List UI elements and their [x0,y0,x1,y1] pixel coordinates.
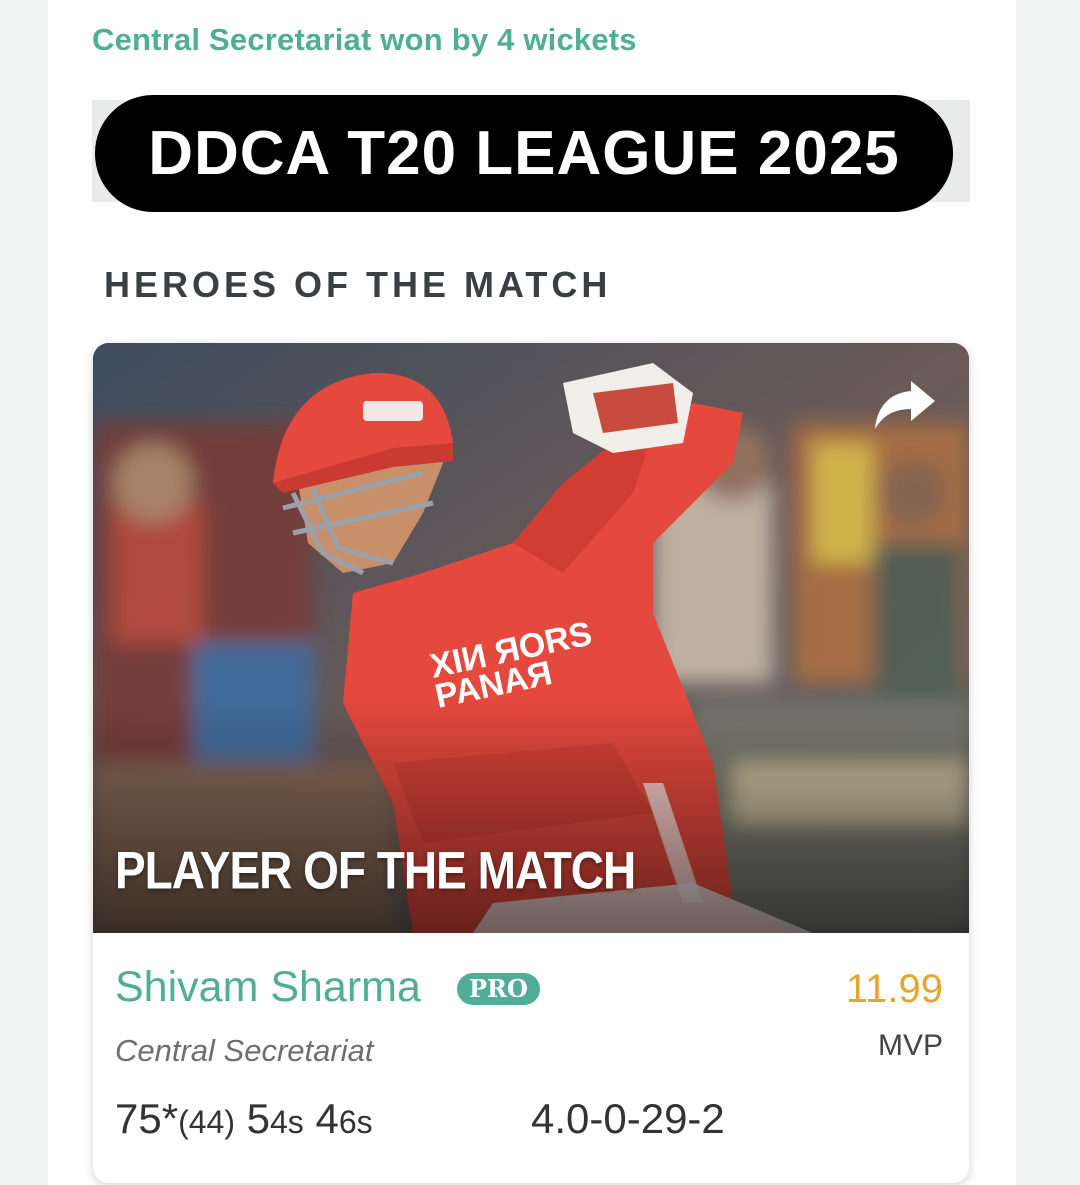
fours-count: 5 [246,1095,270,1142]
share-arrow-icon[interactable] [871,377,939,433]
league-banner-text: DDCA T20 LEAGUE 2025 [148,119,900,188]
mvp-label: MVP [877,1029,943,1062]
player-info: Shivam Sharma PRO Central Secretariat 11… [93,933,969,1183]
batting-balls: (44) [178,1104,235,1140]
mvp-value: 11.99 [845,967,943,1011]
fours-label: 4s [270,1104,304,1140]
bowling-figures: 4.0-0-29-2 [531,1095,725,1142]
player-team: Central Secretariat [115,1033,374,1068]
player-of-match-card[interactable]: ХІИ ЯОRS PANAЯ PLAYER OF THE MATCH Shiva… [93,343,969,1183]
league-banner: DDCA T20 LEAGUE 2025 [95,95,953,212]
player-of-match-label: PLAYER OF THE MATCH [115,840,636,900]
player-photo: ХІИ ЯОRS PANAЯ PLAYER OF THE MATCH [93,343,969,933]
sixes-count: 4 [315,1095,339,1142]
batting-stats: 75*(44) 54s 46s [115,1095,373,1143]
section-title: HEROES OF THE MATCH [104,264,612,305]
sixes-label: 6s [338,1104,373,1140]
batting-runs: 75* [115,1095,179,1142]
pro-badge: PRO [457,973,540,1005]
player-name-link[interactable]: Shivam Sharma [115,963,421,1012]
match-result-text: Central Secretariat won by 4 wickets [92,22,637,57]
